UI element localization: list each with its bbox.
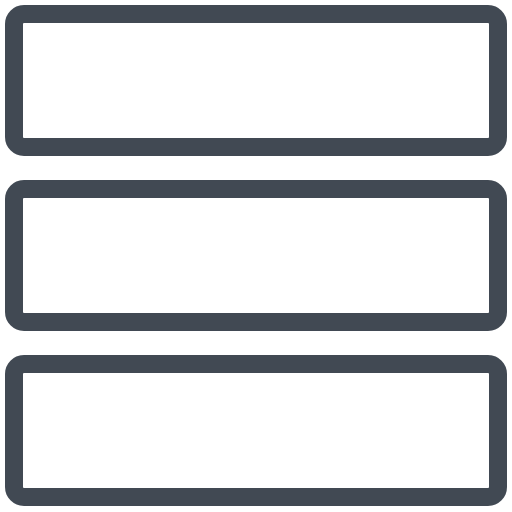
row-3-rect xyxy=(5,355,507,506)
list-rows-icon xyxy=(5,5,507,506)
row-2-rect xyxy=(5,180,507,331)
icon-canvas xyxy=(0,0,512,512)
row-1-rect xyxy=(5,5,507,156)
